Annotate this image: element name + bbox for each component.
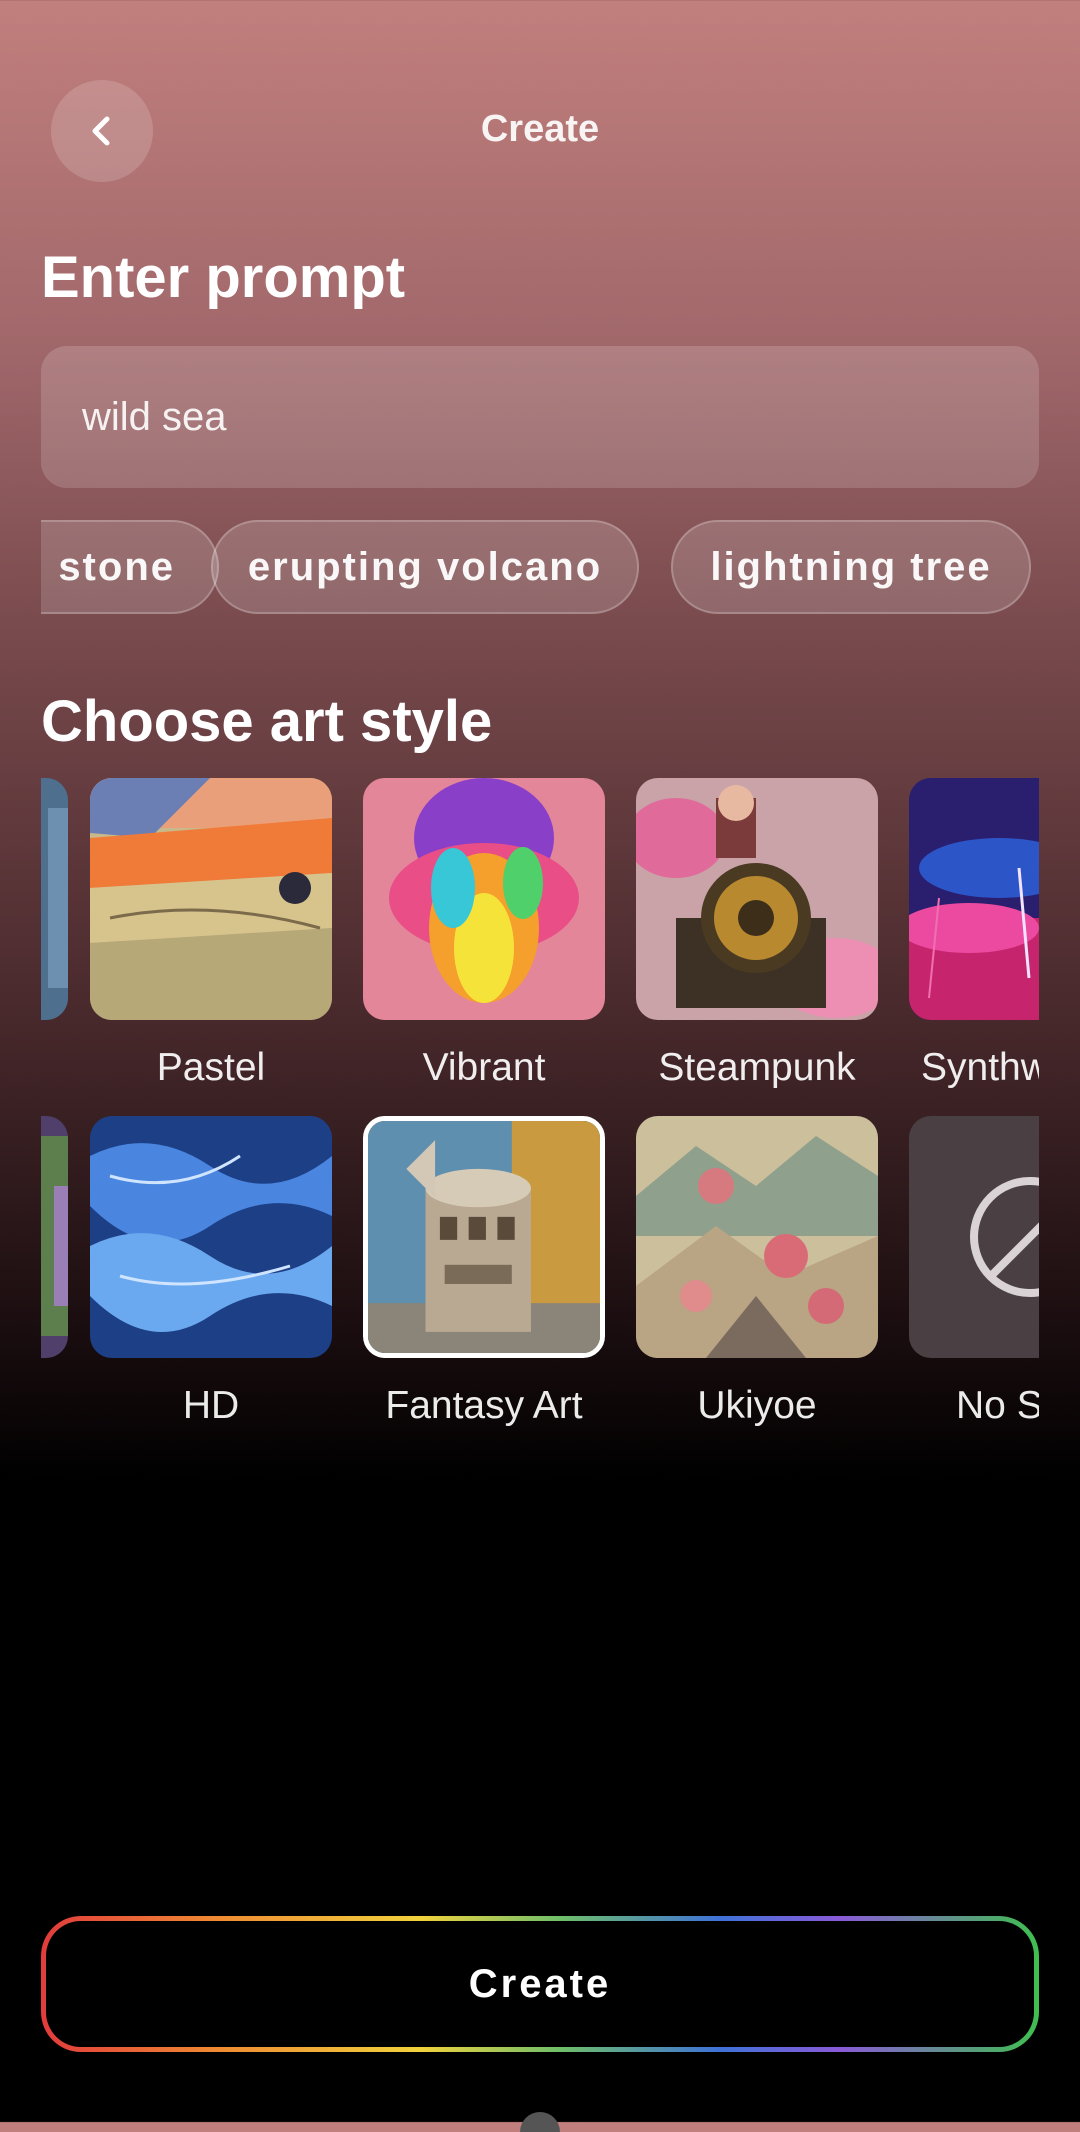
synthwave-thumbnail [909,778,1039,1020]
style-tile-partial-row1[interactable] [41,778,68,1020]
style-tile-vibrant[interactable] [363,778,605,1020]
prompt-suggestion-chips: stone erupting volcano lightning tree [41,520,1039,616]
style-tile-pastel[interactable] [90,778,332,1020]
style-label-vibrant: Vibrant [422,1046,546,1089]
page-title: Create [480,108,600,150]
style-tile-no-style[interactable] [909,1116,1039,1358]
style-label-pastel: Pastel [156,1046,266,1089]
style-tile-synthwave[interactable] [909,778,1039,1020]
style-tile-partial-row2[interactable] [41,1116,68,1358]
art-style-grid: y Pastel Vibrant [41,778,1039,1438]
chip-lightning-tree[interactable]: lightning tree [671,520,1031,614]
prompt-input[interactable] [41,346,1039,488]
ukiyoe-thumbnail [636,1116,878,1358]
pastel-thumbnail [90,778,332,1020]
style-label-synthwave: Synthw [921,1046,1039,1089]
fantasy-art-thumbnail [368,1121,600,1353]
enter-prompt-heading: Enter prompt [41,245,406,310]
choose-art-style-heading: Choose art style [41,689,493,754]
partial-style-thumbnail [41,1116,68,1358]
vibrant-thumbnail [363,778,605,1020]
style-label-no-style: No S [956,1384,1039,1427]
partial-style-thumbnail [41,778,68,1020]
style-tile-steampunk[interactable] [636,778,878,1020]
no-style-icon [970,1177,1039,1297]
style-label-steampunk: Steampunk [658,1046,856,1089]
create-button[interactable]: Create [41,1916,1039,2052]
style-tile-ukiyoe[interactable] [636,1116,878,1358]
chip-stone[interactable]: stone [41,520,219,614]
style-label-hd: HD [182,1384,240,1427]
style-tile-fantasy-art[interactable] [363,1116,605,1358]
style-label-ukiyoe: Ukiyoe [697,1384,817,1427]
chip-erupting-volcano[interactable]: erupting volcano [211,520,639,614]
hd-thumbnail [90,1116,332,1358]
style-label-fantasy-art: Fantasy Art [385,1384,583,1427]
style-tile-hd[interactable] [90,1116,332,1358]
home-indicator[interactable] [520,2112,560,2132]
steampunk-thumbnail [636,778,878,1020]
